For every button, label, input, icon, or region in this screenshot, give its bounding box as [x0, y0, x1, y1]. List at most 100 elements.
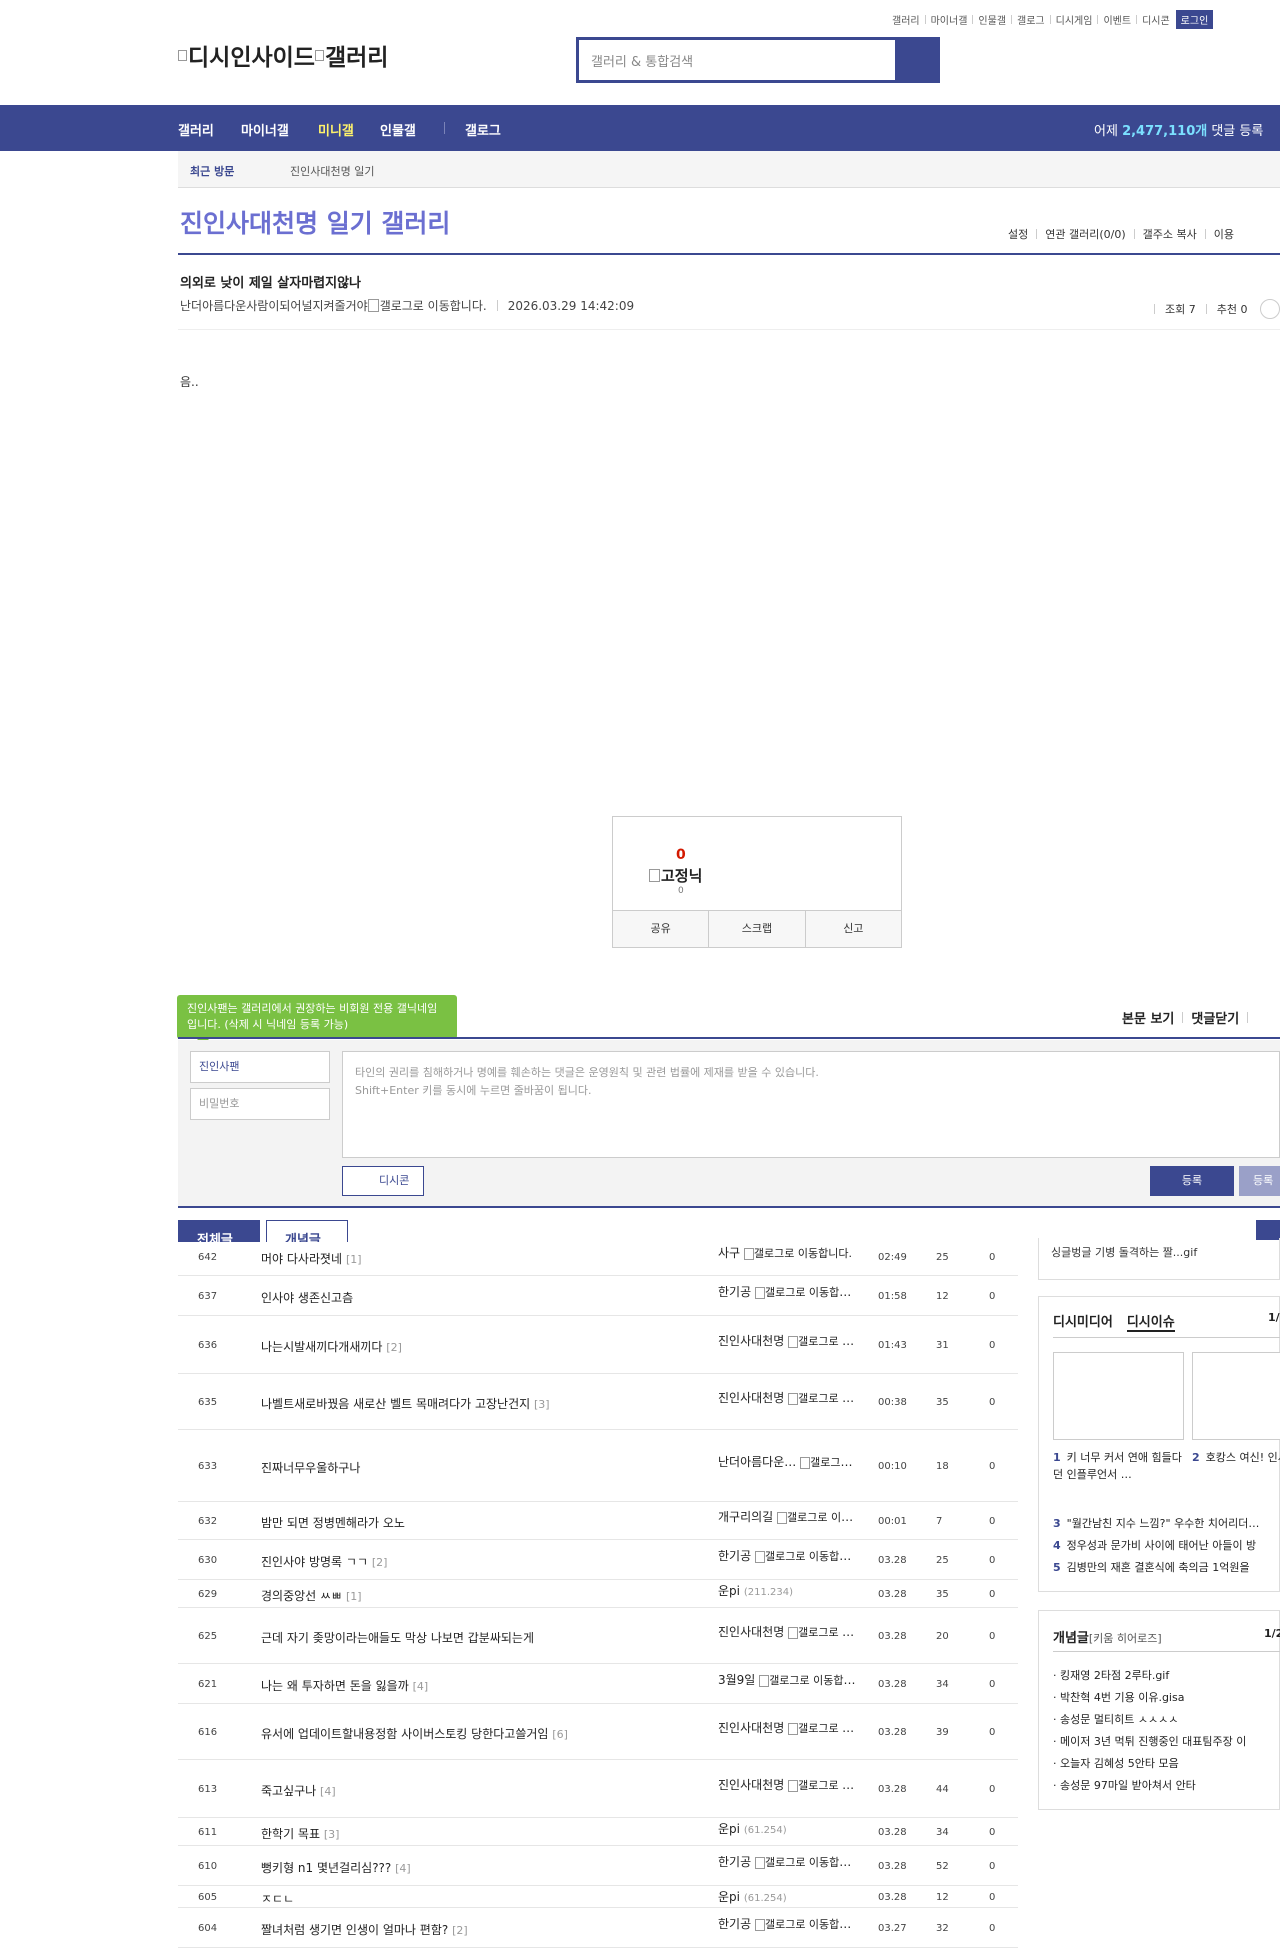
post-title-link[interactable]: 밤만 되면 정병멘해라가 오노: [261, 1514, 405, 1531]
broken-image-icon[interactable]: [367, 299, 379, 312]
post-writer[interactable]: 진인사대천명 갤로그로 이동합니다.: [718, 1776, 858, 1793]
concept-list-item[interactable]: · 박찬혁 4번 기용 이유.gisa: [1053, 1687, 1246, 1709]
post-writer[interactable]: 진인사대천명 갤로그로 이동합니다.: [718, 1389, 858, 1406]
table-row[interactable]: 611 한학기 목표 [3] 운pi (61.254) 03.28 34 0: [178, 1818, 1018, 1846]
nav-mini[interactable]: 미니갤: [318, 120, 354, 139]
table-row[interactable]: 613 죽고싶구나 [4] 진인사대천명 갤로그로 이동합니다. 03.28 44 0: [178, 1760, 1018, 1818]
post-title-link[interactable]: 인사야 생존신고츰: [261, 1289, 353, 1306]
post-writer[interactable]: 운pi (61.254): [718, 1888, 858, 1905]
nav-minor[interactable]: 마이너갤: [241, 120, 289, 139]
util-link-gallog[interactable]: 갤로그: [1017, 12, 1045, 27]
table-row[interactable]: 637 인사야 생존신고츰 한기공 갤로그로 이동합니다. 01:58 12 0: [178, 1276, 1018, 1316]
table-row[interactable]: 633 진짜너무우울하구나 난더아름다운… 갤로그로 이동합니다. 00:10 18 0: [178, 1430, 1018, 1502]
table-row[interactable]: 630 진인사야 방명록 ㄱㄱ [2] 한기공 갤로그로 이동합니다. 03.28 25…: [178, 1540, 1018, 1580]
list-item[interactable]: 4 정우성과 문가비 사이에 태어난 아들이 방: [1053, 1535, 1259, 1557]
list-item[interactable]: 5 김병만의 재혼 결혼식에 축의금 1억원을: [1053, 1557, 1259, 1579]
table-row[interactable]: 605 ㅈㄷㄴ 운pi (61.254) 03.28 12 0: [178, 1886, 1018, 1908]
table-row[interactable]: 629 경의중앙선 ㅆㅃ [1] 운pi (211.234) 03.28 35 0: [178, 1580, 1018, 1608]
post-writer[interactable]: 한기공 갤로그로 이동합니다.: [718, 1547, 858, 1564]
gallery-title[interactable]: 진인사대천명 일기 갤러리: [180, 204, 450, 240]
copy-gallery-url-link[interactable]: 갤주소 복사: [1143, 226, 1197, 242]
recent-visit-label[interactable]: 최근 방문: [190, 163, 234, 179]
table-row[interactable]: 621 나는 왜 투자하면 돈을 잃을까 [4] 3월9일 갤로그로 이동합니다. 0…: [178, 1664, 1018, 1704]
post-writer[interactable]: 개구리의길 갤로그로 이동합니다.: [718, 1508, 858, 1525]
post-title-link[interactable]: 짤녀처럼 생기면 인생이 얼마나 편함? [2]: [261, 1921, 468, 1938]
post-writer[interactable]: 3월9일 갤로그로 이동합니다.: [718, 1671, 858, 1688]
util-link-event[interactable]: 이벤트: [1103, 12, 1131, 27]
post-title-link[interactable]: 죽고싶구나 [4]: [261, 1782, 336, 1799]
post-title-link[interactable]: 나는 왜 투자하면 돈을 잃을까 [4]: [261, 1677, 428, 1694]
post-title-link[interactable]: 경의중앙선 ㅆㅃ [1]: [261, 1587, 362, 1604]
table-row[interactable]: 635 나벨트새로바꿨음 새로산 벨트 목매려다가 고장난건지 [3] 진인사대천명…: [178, 1374, 1018, 1430]
search-input[interactable]: 갤러리 & 통합검색: [579, 40, 895, 80]
nickname-field[interactable]: 진인사팬: [190, 1051, 330, 1083]
concept-list-item[interactable]: · 메이저 3년 먹튀 진행중인 대표팀주장 이: [1053, 1731, 1246, 1753]
more-icon[interactable]: [1259, 299, 1280, 319]
post-title-link[interactable]: 나는시발새끼다개새끼다 [2]: [261, 1338, 402, 1355]
reply-count[interactable]: [3]: [534, 1398, 550, 1411]
post-writer[interactable]: 한기공 갤로그로 이동합니다.: [718, 1283, 858, 1300]
reply-count[interactable]: [6]: [552, 1728, 568, 1741]
post-title-link[interactable]: 유서에 업데이트할내용정함 사이버스토킹 당한다고쓸거임 [6]: [261, 1725, 568, 1742]
post-title-link[interactable]: 머야 다사라졋네 [1]: [261, 1250, 362, 1267]
post-title-link[interactable]: 뻥키형 n1 몇년걸리심??? [4]: [261, 1859, 411, 1876]
reply-count[interactable]: [1]: [346, 1590, 362, 1603]
post-title-link[interactable]: 한학기 목표 [3]: [261, 1825, 339, 1842]
nav-gallog[interactable]: 갤로그: [465, 120, 501, 139]
share-button[interactable]: 공유: [613, 911, 710, 947]
post-writer[interactable]: 진인사대천명 갤로그로 이동합니다.: [718, 1332, 858, 1349]
table-row[interactable]: 636 나는시발새끼다개새끼다 [2] 진인사대천명 갤로그로 이동합니다. 01:4…: [178, 1316, 1018, 1374]
concept-list-item[interactable]: · 송성문 97마일 받아쳐서 안타: [1053, 1775, 1246, 1797]
util-link-gallery[interactable]: 갤러리: [892, 12, 920, 27]
post-gallog-alt[interactable]: 갤로그로 이동합니다.: [380, 297, 487, 314]
post-writer[interactable]: 운pi (61.254): [718, 1820, 858, 1837]
register-button[interactable]: 등록: [1150, 1166, 1234, 1196]
comment-textarea[interactable]: 타인의 권리를 침해하거나 명예를 훼손하는 댓글은 운영원칙 및 관련 법률에…: [342, 1051, 1280, 1158]
tab-dc-issue[interactable]: 디시이슈: [1126, 1311, 1175, 1332]
close-comments-link[interactable]: 댓글닫기: [1191, 1008, 1239, 1027]
table-row[interactable]: 642 머야 다사라졋네 [1] 사구 갤로그로 이동합니다. 02:49 25 0: [178, 1238, 1018, 1276]
util-link-dccon[interactable]: 디시콘: [1142, 12, 1170, 27]
password-field[interactable]: 비밀번호: [190, 1088, 330, 1120]
view-post-link[interactable]: 본문 보기: [1122, 1008, 1174, 1027]
scrap-button[interactable]: 스크랩: [709, 911, 806, 947]
util-link-game[interactable]: 디시게임: [1056, 12, 1093, 27]
side-top-item[interactable]: 싱글벙글 기병 돌격하는 짤...gif: [1051, 1244, 1197, 1260]
util-link-minor[interactable]: 마이너갤: [931, 12, 968, 27]
gallery-settings-link[interactable]: 설정: [1008, 226, 1028, 242]
media-caption-2[interactable]: 2호캉스 여신! 인서의 핑크: [1192, 1449, 1280, 1466]
reply-count[interactable]: [4]: [395, 1862, 411, 1875]
table-row[interactable]: 604 짤녀처럼 생기면 인생이 얼마나 편함? [2] 한기공 갤로그로 이동합니…: [178, 1908, 1018, 1948]
media-caption-1[interactable]: 1키 너무 커서 연애 힘들다던 인플루언서 …: [1053, 1449, 1183, 1483]
tab-dc-media[interactable]: 디시미디어: [1053, 1311, 1113, 1332]
reply-count[interactable]: [3]: [324, 1828, 340, 1841]
post-title-link[interactable]: 진인사야 방명록 ㄱㄱ [2]: [261, 1553, 387, 1570]
table-row[interactable]: 625 근데 자기 좆망이라는애들도 막상 나보면 갑분싸되는게 진인사대천명 갤…: [178, 1608, 1018, 1664]
post-author[interactable]: 난더아름다운사람이되어널지켜줄거야: [180, 297, 368, 314]
reply-count[interactable]: [2]: [372, 1556, 388, 1569]
nav-person[interactable]: 인물갤: [380, 120, 416, 139]
reply-count[interactable]: [4]: [320, 1785, 336, 1798]
table-row[interactable]: 616 유서에 업데이트할내용정함 사이버스토킹 당한다고쓸거임 [6] 진인사대천…: [178, 1704, 1018, 1760]
post-writer[interactable]: 한기공 갤로그로 이동합니다.: [718, 1853, 858, 1870]
recent-visit-item[interactable]: 진인사대천명 일기: [290, 163, 374, 179]
post-title-link[interactable]: 나벨트새로바꿨음 새로산 벨트 목매려다가 고장난건지 [3]: [261, 1395, 550, 1412]
dccon-button[interactable]: 디시콘: [342, 1166, 424, 1196]
post-writer[interactable]: 운pi (211.234): [718, 1582, 858, 1599]
media-thumbnail-1[interactable]: [1053, 1352, 1184, 1440]
post-title-link[interactable]: 진짜너무우울하구나: [261, 1459, 360, 1476]
register-secondary-button[interactable]: 등록: [1239, 1166, 1280, 1196]
reply-count[interactable]: [2]: [452, 1924, 468, 1937]
side-tab-button[interactable]: [1256, 1220, 1280, 1240]
site-logo[interactable]: 디시인사이드 갤러리: [178, 38, 388, 72]
post-writer[interactable]: 난더아름다운… 갤로그로 이동합니다.: [718, 1453, 858, 1470]
util-link-person[interactable]: 인물갤: [978, 12, 1006, 27]
post-title-link[interactable]: 근데 자기 좆망이라는애들도 막상 나보면 갑분싸되는게: [261, 1629, 534, 1646]
nav-gallery[interactable]: 갤러리: [178, 120, 214, 139]
reply-count[interactable]: [4]: [413, 1680, 429, 1693]
post-writer[interactable]: 한기공 갤로그로 이동합니다.: [718, 1915, 858, 1932]
concept-list-item[interactable]: · 오늘자 김혜성 5안타 모음: [1053, 1753, 1246, 1775]
reply-count[interactable]: [2]: [386, 1341, 402, 1354]
post-writer[interactable]: 진인사대천명 갤로그로 이동합니다.: [718, 1623, 858, 1640]
report-button[interactable]: 신고: [806, 911, 901, 947]
